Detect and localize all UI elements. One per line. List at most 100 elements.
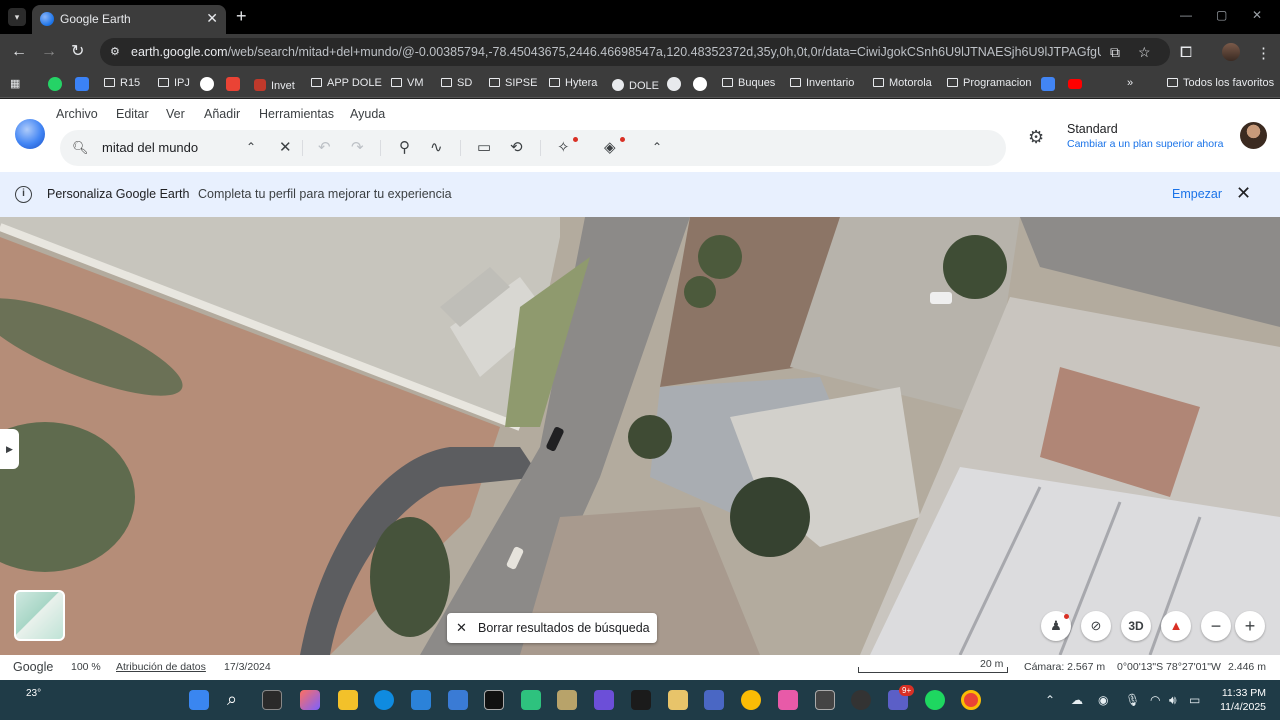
search-input[interactable]: mitad del mundo (102, 140, 198, 155)
bookmark-app-icon[interactable] (75, 77, 89, 91)
start-button-icon[interactable] (189, 690, 209, 710)
globe-icon[interactable] (667, 77, 681, 91)
historical-imagery-icon[interactable]: ⟲ (510, 138, 523, 156)
chrome-active-icon[interactable] (961, 690, 981, 710)
close-window-button[interactable]: ✕ (1252, 8, 1262, 22)
zoom-out-button[interactable]: − (1201, 611, 1231, 641)
open-in-app-icon[interactable]: ⧉ (1110, 44, 1120, 61)
close-tab-icon[interactable]: ✕ (206, 10, 218, 27)
bookmark-star-icon[interactable]: ☆ (1138, 44, 1151, 61)
app-icon[interactable] (631, 690, 651, 710)
google-icon[interactable] (693, 77, 707, 91)
bookmark-sipse[interactable]: SIPSE (489, 77, 537, 89)
reload-button[interactable]: ↻ (71, 43, 84, 61)
back-button[interactable]: ← (11, 43, 27, 61)
app-icon[interactable] (704, 690, 724, 710)
task-view-icon[interactable] (262, 690, 282, 710)
snipping-tool-icon[interactable] (778, 690, 798, 710)
profile-avatar[interactable] (1222, 43, 1240, 61)
toggle-3d-button[interactable]: 3D (1121, 611, 1151, 641)
spotify-icon[interactable] (925, 690, 945, 710)
data-attribution-link[interactable]: Atribución de datos (116, 661, 206, 673)
file-explorer-icon[interactable] (338, 690, 358, 710)
weather-widget[interactable]: 23° (16, 684, 41, 708)
bookmark-inventario[interactable]: Inventario (790, 77, 854, 89)
menu-ayuda[interactable]: Ayuda (350, 107, 385, 121)
voyager-icon[interactable]: ✧ (557, 138, 570, 156)
extensions-icon[interactable]: ⧠ (1180, 44, 1192, 61)
bookmark-sd[interactable]: SD (441, 77, 472, 89)
url-text[interactable]: earth.google.com/web/search/mitad+del+mu… (131, 45, 1101, 59)
path-icon[interactable]: ∿ (430, 138, 443, 156)
bookmark-dole[interactable]: DOLE (612, 77, 659, 92)
placemark-icon[interactable]: ⚲ (399, 138, 410, 156)
chrome-icon[interactable] (741, 690, 761, 710)
sync-app-icon[interactable] (521, 690, 541, 710)
redo-icon[interactable]: ↷ (351, 138, 364, 156)
recenter-icon[interactable]: ⊘ (1081, 611, 1111, 641)
tab-search-button[interactable]: ▾ (8, 8, 26, 26)
layers-icon[interactable]: ◈ (604, 138, 616, 156)
edge-icon[interactable] (374, 690, 394, 710)
bookmarks-overflow-button[interactable]: » (1127, 77, 1133, 89)
show-hidden-icons-icon[interactable]: ⌃ (1045, 693, 1055, 707)
translate-icon[interactable] (1041, 77, 1055, 91)
tool-app-icon[interactable] (557, 690, 577, 710)
system-clock[interactable]: 11:33 PM 11/4/2025 (1210, 686, 1266, 714)
whatsapp-icon[interactable] (48, 77, 62, 91)
banner-start-button[interactable]: Empezar (1172, 187, 1222, 201)
bookmark-hytera[interactable]: Hytera (549, 77, 597, 89)
bookmark-programacion[interactable]: Programacion (947, 77, 1031, 89)
vscode-icon[interactable] (411, 690, 431, 710)
all-bookmarks[interactable]: Todos los favoritos (1167, 77, 1274, 89)
search-icon[interactable]: ⌕ (227, 690, 247, 710)
copilot-icon[interactable] (300, 690, 320, 710)
minimize-window-button[interactable]: — (1180, 8, 1192, 22)
browser-menu-icon[interactable]: ⋮ (1256, 44, 1271, 62)
google-icon[interactable] (200, 77, 214, 91)
tray-app-icon[interactable]: ◉ (1098, 693, 1108, 707)
app-icon[interactable] (851, 690, 871, 710)
store-icon[interactable] (448, 690, 468, 710)
bookmark-invet[interactable]: Invet (254, 77, 295, 92)
zoom-in-button[interactable]: + (1235, 611, 1265, 641)
wifi-icon[interactable]: ◠ (1150, 693, 1160, 707)
app-icon[interactable] (668, 690, 688, 710)
menu-ver[interactable]: Ver (166, 107, 185, 121)
bookmark-ipj[interactable]: IPJ (158, 77, 190, 89)
bookmark-motorola[interactable]: Motorola (873, 77, 932, 89)
close-icon[interactable]: ✕ (1236, 183, 1251, 204)
address-bar[interactable]: ⚙ earth.google.com/web/search/mitad+del+… (100, 38, 1170, 66)
gmail-icon[interactable] (226, 77, 240, 91)
avatar[interactable] (1240, 122, 1267, 149)
compass-icon[interactable]: ▲ (1161, 611, 1191, 641)
menu-editar[interactable]: Editar (116, 107, 149, 121)
maximize-window-button[interactable]: ▢ (1216, 8, 1227, 22)
volume-icon[interactable]: 🔊︎ (1169, 693, 1177, 708)
clear-search-icon[interactable]: ✕ (279, 138, 292, 156)
google-earth-logo-icon[interactable] (15, 119, 45, 149)
bookmark-r15[interactable]: R15 (104, 77, 140, 89)
menu-anadir[interactable]: Añadir (204, 107, 240, 121)
forward-button[interactable]: → (41, 43, 57, 61)
browser-tab[interactable]: Google Earth ✕ (32, 5, 226, 34)
gear-icon[interactable]: ⚙ (1028, 127, 1044, 148)
app-icon[interactable] (815, 690, 835, 710)
youtube-icon[interactable] (1068, 79, 1082, 89)
expand-panel-icon[interactable]: ▶ (0, 429, 19, 469)
app-r-icon[interactable] (484, 690, 504, 710)
map-style-thumbnail[interactable] (14, 590, 65, 641)
bookmark-vm[interactable]: VM (391, 77, 424, 89)
menu-archivo[interactable]: Archivo (56, 107, 98, 121)
cloud-icon[interactable]: ☁ (1071, 693, 1083, 707)
new-tab-button[interactable]: + (236, 6, 247, 27)
satellite-map[interactable]: ▶ ✕ Borrar resultados de búsqueda ♟ ⊘ 3D… (0, 217, 1280, 655)
app-icon[interactable] (594, 690, 614, 710)
upgrade-plan-link[interactable]: Cambiar a un plan superior ahora (1067, 138, 1223, 150)
clear-search-results-button[interactable]: ✕ Borrar resultados de búsqueda (447, 613, 657, 643)
battery-icon[interactable]: ▭ (1189, 693, 1200, 707)
measure-icon[interactable]: ▭ (477, 138, 491, 156)
apps-grid-icon[interactable]: ▦ (10, 77, 20, 90)
collapse-results-icon[interactable]: ⌃ (246, 140, 256, 154)
site-info-icon[interactable]: ⚙ (110, 45, 124, 59)
